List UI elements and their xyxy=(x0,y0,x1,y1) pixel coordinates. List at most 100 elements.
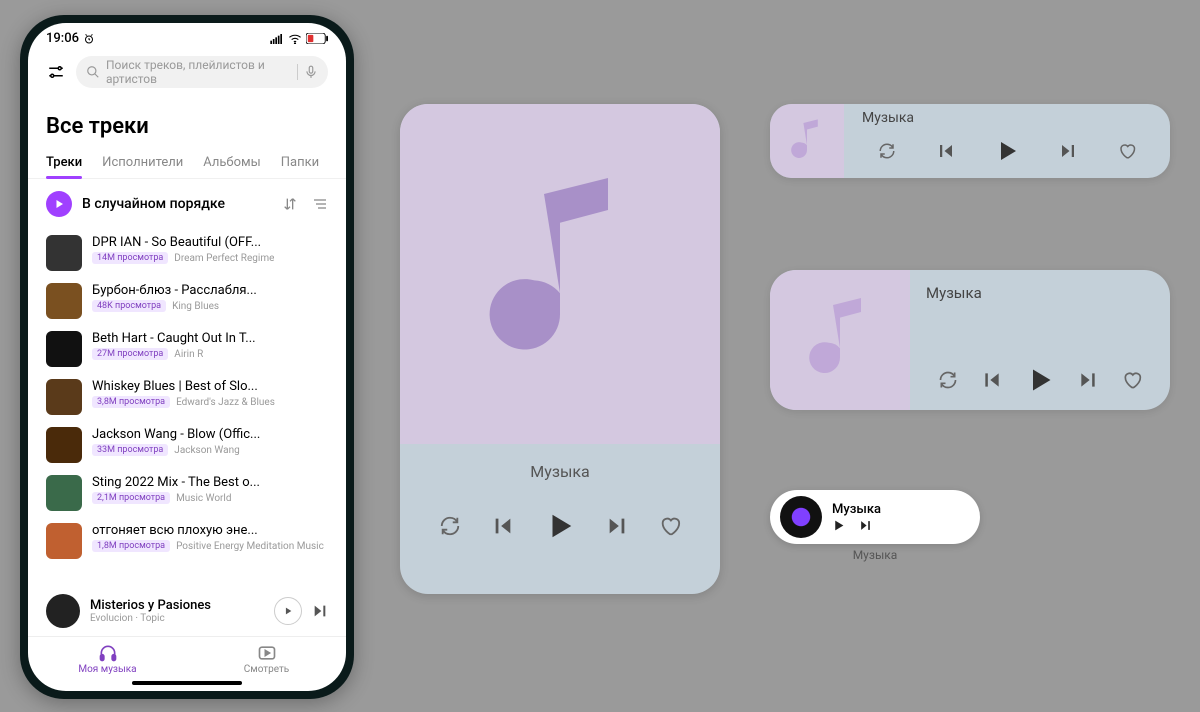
signal-icon xyxy=(270,34,284,44)
music-note-icon xyxy=(789,119,825,163)
status-bar: 19:06 xyxy=(28,23,346,50)
views-badge: 48K просмотра xyxy=(92,300,166,312)
track-row[interactable]: Beth Hart - Caught Out In T... 27M просмо… xyxy=(46,325,328,373)
tabs: Треки Исполнители Альбомы Папки xyxy=(28,149,346,179)
nav-my-music[interactable]: Моя музыка xyxy=(28,643,187,675)
widget-title: Музыка xyxy=(926,284,1154,302)
sliders-icon xyxy=(47,63,65,81)
track-title: DPR IAN - So Beautiful (OFF... xyxy=(92,235,328,250)
shuffle-label[interactable]: В случайном порядке xyxy=(82,196,272,212)
next-button[interactable] xyxy=(312,603,328,619)
track-row[interactable]: DPR IAN - So Beautiful (OFF... 14M просмо… xyxy=(46,229,328,277)
filter-settings-button[interactable] xyxy=(46,62,66,82)
widget-controls xyxy=(926,366,1154,400)
track-artist: Airin R xyxy=(174,349,203,360)
track-row[interactable]: Whiskey Blues | Best of Slo... 3,8M просм… xyxy=(46,373,328,421)
track-list[interactable]: DPR IAN - So Beautiful (OFF... 14M просмо… xyxy=(28,229,346,586)
shuffle-play-button[interactable] xyxy=(46,191,72,217)
play-button[interactable] xyxy=(995,139,1019,163)
track-artwork xyxy=(46,331,82,367)
microphone-icon[interactable] xyxy=(304,65,318,79)
now-playing-artist: Evolucion · Topic xyxy=(90,613,264,624)
track-artist: Music World xyxy=(176,493,231,504)
next-button[interactable] xyxy=(1059,142,1077,160)
track-artist: Dream Perfect Regime xyxy=(174,253,274,264)
next-button[interactable] xyxy=(1078,370,1098,390)
list-view-button[interactable] xyxy=(312,196,328,212)
widget-artwork xyxy=(770,270,910,410)
widget-title: Музыка xyxy=(832,502,970,517)
tab-artists[interactable]: Исполнители xyxy=(102,149,183,178)
widget-medium[interactable]: Музыка xyxy=(770,270,1170,410)
next-button[interactable] xyxy=(859,519,872,532)
sort-button[interactable] xyxy=(282,196,298,212)
battery-icon xyxy=(306,33,328,44)
widget-pill-caption: Музыка xyxy=(770,548,980,562)
track-artwork xyxy=(46,283,82,319)
play-button[interactable] xyxy=(545,511,575,541)
track-artist: Positive Energy Meditation Music xyxy=(176,541,324,552)
previous-button[interactable] xyxy=(492,515,514,537)
search-icon xyxy=(86,65,100,79)
track-row[interactable]: Jackson Wang - Blow (Offic... 33M просмот… xyxy=(46,421,328,469)
widget-artwork xyxy=(770,104,844,178)
views-badge: 14M просмотра xyxy=(92,252,168,264)
favorite-button[interactable] xyxy=(659,515,681,537)
views-badge: 3,8M просмотра xyxy=(92,396,170,408)
track-artwork xyxy=(46,379,82,415)
nav-watch[interactable]: Смотреть xyxy=(187,643,346,675)
tab-albums[interactable]: Альбомы xyxy=(203,149,261,178)
favorite-button[interactable] xyxy=(1122,370,1142,390)
track-title: Whiskey Blues | Best of Slo... xyxy=(92,379,328,394)
track-title: Бурбон-блюз - Расслабля... xyxy=(92,283,328,298)
views-badge: 33M просмотра xyxy=(92,444,168,456)
widget-small[interactable]: Музыка xyxy=(770,104,1170,178)
track-title: отгоняет всю плохую эне... xyxy=(92,523,328,538)
previous-button[interactable] xyxy=(937,142,955,160)
track-artwork xyxy=(46,475,82,511)
shuffle-row: В случайном порядке xyxy=(28,179,346,229)
tab-tracks[interactable]: Треки xyxy=(46,149,82,178)
track-title: Beth Hart - Caught Out In T... xyxy=(92,331,328,346)
track-artwork xyxy=(46,523,82,559)
play-button[interactable] xyxy=(1026,366,1054,394)
track-row[interactable]: Бурбон-блюз - Расслабля... 48K просмотра K… xyxy=(46,277,328,325)
widget-artwork xyxy=(780,496,822,538)
tab-folders[interactable]: Папки xyxy=(281,149,319,178)
track-title: Sting 2022 Mix - The Best o... xyxy=(92,475,328,490)
widget-large[interactable]: Музыка xyxy=(400,104,720,594)
track-row[interactable]: отгоняет всю плохую эне...1,8M просмотра… xyxy=(46,517,328,565)
home-indicator[interactable] xyxy=(132,681,242,685)
search-row: Поиск треков, плейлистов и артистов xyxy=(28,50,346,94)
page-title: Все треки xyxy=(28,94,346,149)
favorite-button[interactable] xyxy=(1118,142,1136,160)
play-icon xyxy=(53,198,65,210)
next-button[interactable] xyxy=(606,515,628,537)
repeat-button[interactable] xyxy=(938,370,958,390)
widget-artwork xyxy=(400,104,720,444)
music-note-icon xyxy=(805,297,875,383)
track-title: Jackson Wang - Blow (Offic... xyxy=(92,427,328,442)
widget-title: Музыка xyxy=(858,110,1156,126)
status-time: 19:06 xyxy=(46,31,79,46)
music-note-icon xyxy=(480,174,640,374)
widget-controls xyxy=(858,130,1156,172)
repeat-button[interactable] xyxy=(878,142,896,160)
track-artist: King Blues xyxy=(172,301,219,312)
search-input[interactable]: Поиск треков, плейлистов и артистов xyxy=(76,56,328,88)
track-artwork xyxy=(46,427,82,463)
widget-pill[interactable]: Музыка xyxy=(770,490,980,544)
search-placeholder: Поиск треков, плейлистов и артистов xyxy=(106,58,291,86)
phone-screen: 19:06 Поиск треков, плейлистов и артисто… xyxy=(28,23,346,691)
repeat-button[interactable] xyxy=(439,515,461,537)
now-playing-title: Misterios y Pasiones xyxy=(90,598,264,613)
phone-frame: 19:06 Поиск треков, плейлистов и артисто… xyxy=(20,15,354,699)
previous-button[interactable] xyxy=(982,370,1002,390)
play-button[interactable] xyxy=(832,519,845,532)
views-badge: 27M просмотра xyxy=(92,348,168,360)
track-row[interactable]: Sting 2022 Mix - The Best o...2,1M просм… xyxy=(46,469,328,517)
nav-label: Моя музыка xyxy=(78,664,136,675)
now-playing-bar[interactable]: Misterios y Pasiones Evolucion · Topic xyxy=(28,586,346,636)
track-artwork xyxy=(46,235,82,271)
play-button[interactable] xyxy=(274,597,302,625)
